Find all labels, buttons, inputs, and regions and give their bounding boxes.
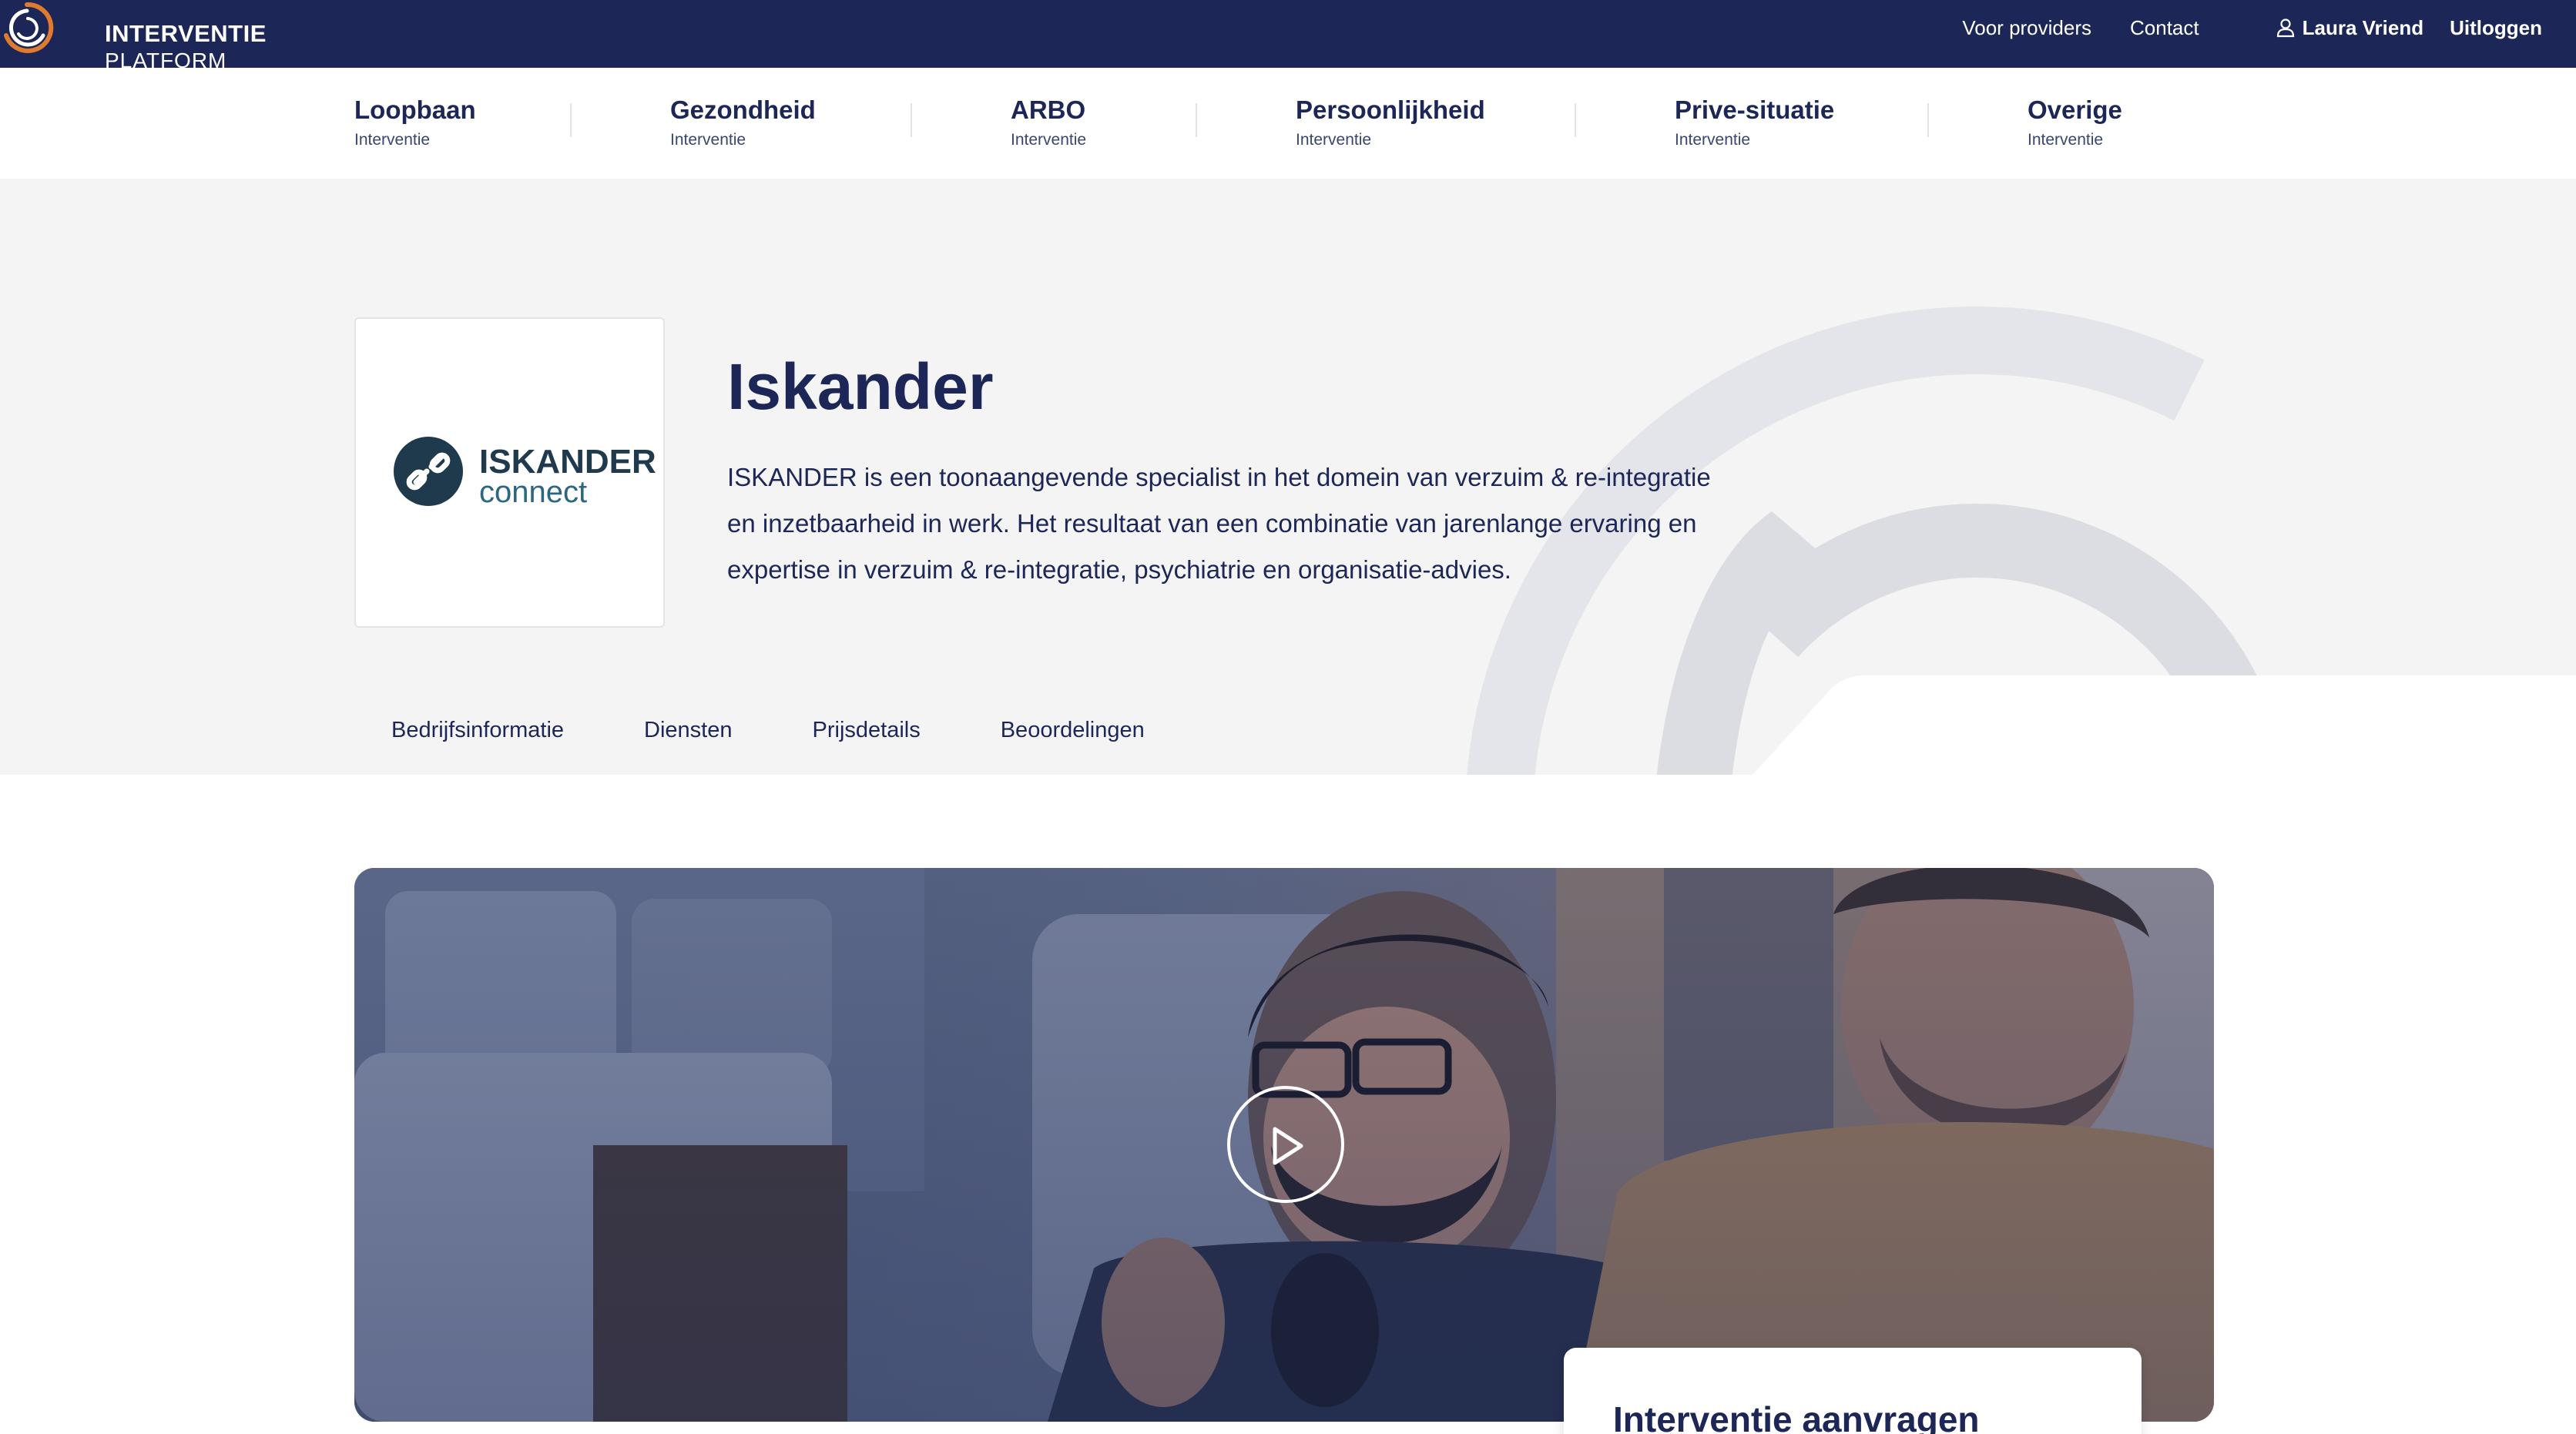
nav-item-loopbaan[interactable]: Loopbaan Interventie xyxy=(354,95,476,149)
nav-divider xyxy=(1927,103,1929,137)
user-account-link[interactable]: Laura Vriend xyxy=(2276,15,2424,40)
play-icon xyxy=(1273,1127,1303,1165)
nav-item-title: Prive-situatie xyxy=(1675,95,1835,124)
logout-link[interactable]: Uitloggen xyxy=(2450,16,2542,40)
request-intervention-title: Interventie aanvragen xyxy=(1613,1399,1980,1434)
logo-wordmark-secondary: connect xyxy=(479,475,587,509)
brand-line-1: INTERVENTIE xyxy=(105,20,267,47)
company-tabs: Bedrijfsinformatie Diensten Prijsdetails… xyxy=(391,718,1225,743)
tab-prijsdetails[interactable]: Prijsdetails xyxy=(813,718,921,743)
company-logo-card: ISKANDER connect xyxy=(354,317,665,628)
nav-item-subtitle: Interventie xyxy=(1011,131,1087,149)
nav-item-subtitle: Interventie xyxy=(1675,131,1751,149)
user-name: Laura Vriend xyxy=(2302,15,2424,39)
tab-diensten[interactable]: Diensten xyxy=(644,718,732,743)
brand-wordmark: INTERVENTIE PLATFORM xyxy=(105,22,267,72)
nav-item-title: Overige xyxy=(2028,95,2122,124)
nav-item-title: Loopbaan xyxy=(354,95,476,124)
company-name: Iskander xyxy=(727,350,994,423)
request-intervention-card: Interventie aanvragen xyxy=(1564,1348,2142,1434)
company-video[interactable] xyxy=(354,868,2214,1422)
nav-item-title: Gezondheid xyxy=(670,95,816,124)
nav-item-arbo[interactable]: ARBO Interventie xyxy=(1011,95,1086,149)
company-hero: ISKANDER connect Iskander ISKANDER is ee… xyxy=(0,179,2576,775)
nav-item-prive-situatie[interactable]: Prive-situatie Interventie xyxy=(1675,95,1834,149)
utility-nav: Voor providers Contact Laura Vriend Uitl… xyxy=(1924,15,2542,40)
nav-item-subtitle: Interventie xyxy=(2028,131,2104,149)
company-description: ISKANDER is een toonaangevende specialis… xyxy=(727,463,1711,584)
nav-item-subtitle: Interventie xyxy=(1296,131,1372,149)
nav-divider xyxy=(911,103,912,137)
play-button[interactable] xyxy=(1227,1086,1344,1203)
nav-item-gezondheid[interactable]: Gezondheid Interventie xyxy=(670,95,816,149)
providers-link[interactable]: Voor providers xyxy=(1962,16,2091,40)
tab-bedrijfsinformatie[interactable]: Bedrijfsinformatie xyxy=(391,718,564,743)
nav-item-persoonlijkheid[interactable]: Persoonlijkheid Interventie xyxy=(1296,95,1485,149)
nav-divider xyxy=(570,103,572,137)
contact-link[interactable]: Contact xyxy=(2130,16,2199,40)
nav-item-subtitle: Interventie xyxy=(354,131,431,149)
iskander-connect-logo: ISKANDER connect xyxy=(394,437,656,509)
tab-beoordelingen[interactable]: Beoordelingen xyxy=(1001,718,1145,743)
nav-divider xyxy=(1575,103,1576,137)
main-nav: Loopbaan Interventie Gezondheid Interven… xyxy=(0,68,2576,179)
nav-item-title: ARBO xyxy=(1011,95,1086,124)
nav-item-title: Persoonlijkheid xyxy=(1296,95,1485,124)
nav-item-overige[interactable]: Overige Interventie xyxy=(2028,95,2122,149)
interventie-logo-icon xyxy=(4,2,54,53)
nav-item-subtitle: Interventie xyxy=(670,131,746,149)
user-icon xyxy=(2276,18,2294,38)
nav-divider xyxy=(1196,103,1197,137)
